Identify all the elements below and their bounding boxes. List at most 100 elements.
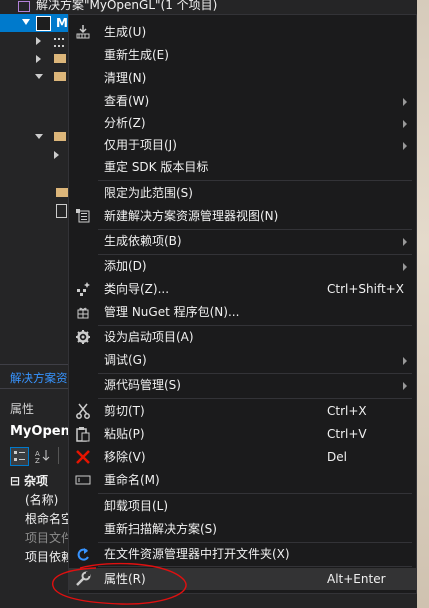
- property-row[interactable]: 项目文件: [0, 529, 70, 547]
- menu-item-label: 添加(D): [104, 259, 147, 273]
- submenu-arrow-icon: [403, 120, 407, 128]
- toolbar-separator: [58, 447, 59, 464]
- resource-filter-node[interactable]: [0, 184, 68, 202]
- menu-item-add[interactable]: 添加(D): [69, 255, 416, 277]
- menu-item-rename[interactable]: 重命名(M): [69, 469, 416, 491]
- submenu-arrow-icon: [403, 382, 407, 390]
- menu-item-paste[interactable]: 粘贴(P) Ctrl+V: [69, 423, 416, 445]
- solution-node[interactable]: 解决方案"MyOpenGL"(1 个项目): [0, 0, 417, 14]
- project-node[interactable]: M: [0, 14, 68, 32]
- menu-item-build-dependencies[interactable]: 生成依赖项(B): [69, 230, 416, 252]
- property-row[interactable]: 项目依赖: [0, 548, 70, 566]
- menu-item-manage-nuget[interactable]: 管理 NuGet 程序包(N)...: [69, 301, 416, 323]
- menu-item-label: 剪切(T): [104, 404, 145, 418]
- menu-item-label: 分析(Z): [104, 116, 146, 130]
- menu-item-debug[interactable]: 调试(G): [69, 349, 416, 371]
- categorized-icon[interactable]: [10, 447, 29, 466]
- alphabetical-icon[interactable]: AZ: [34, 447, 51, 465]
- collapse-triangle-icon: [35, 134, 43, 139]
- collapse-box-icon: ⊟: [10, 474, 21, 488]
- solution-icon: [18, 1, 30, 12]
- menu-item-label: 属性(R): [104, 572, 146, 586]
- menu-separator: [98, 398, 412, 399]
- menu-item-rebuild[interactable]: 重新生成(E): [69, 44, 416, 66]
- readme-node[interactable]: [0, 202, 68, 220]
- panel-divider: [0, 364, 70, 365]
- panel-divider: [0, 388, 70, 389]
- collapse-triangle-icon: [35, 74, 43, 79]
- desktop-background: [417, 0, 429, 608]
- menu-item-shortcut: Del: [327, 450, 347, 464]
- filter-folder-icon: [54, 72, 66, 81]
- property-row[interactable]: 根命名空间: [0, 510, 70, 528]
- menu-item-new-explorer-view[interactable]: 新建解决方案资源管理器视图(N): [69, 205, 416, 227]
- menu-item-shortcut: Alt+Enter: [327, 572, 386, 586]
- header-filter-node[interactable]: [0, 128, 68, 146]
- expand-triangle-icon: [54, 151, 59, 159]
- menu-item-remove[interactable]: 移除(V) Del: [69, 446, 416, 468]
- menu-item-label: 仅用于项目(J): [104, 138, 177, 152]
- source-filter-node[interactable]: [0, 68, 68, 86]
- property-name: (名称): [25, 493, 59, 507]
- open-folder-icon: [75, 546, 91, 562]
- collapse-triangle-icon: [22, 19, 30, 25]
- cpp-project-icon: [36, 16, 51, 31]
- property-name: 项目文件: [25, 531, 70, 545]
- menu-item-open-in-explorer[interactable]: 在文件资源管理器中打开文件夹(X): [69, 543, 416, 565]
- menu-item-analyze[interactable]: 分析(Z): [69, 112, 416, 134]
- rename-icon: [75, 472, 91, 488]
- category-row[interactable]: ⊟ 杂项: [0, 472, 70, 490]
- menu-item-project-only[interactable]: 仅用于项目(J): [69, 134, 416, 156]
- solution-label: 解决方案"MyOpenGL"(1 个项目): [36, 0, 218, 12]
- menu-item-label: 移除(V): [104, 450, 146, 464]
- wrench-icon: [75, 571, 91, 587]
- menu-item-label: 管理 NuGet 程序包(N)...: [104, 305, 240, 319]
- menu-item-rescan-solution[interactable]: 重新扫描解决方案(S): [69, 518, 416, 540]
- paste-icon: [75, 426, 91, 442]
- external-deps-node[interactable]: [0, 50, 68, 68]
- properties-title: 属性: [10, 402, 35, 416]
- menu-item-label: 重命名(M): [104, 473, 160, 487]
- menu-item-shortcut: Ctrl+Shift+X: [327, 282, 404, 296]
- menu-item-retarget-sdk[interactable]: 重定 SDK 版本目标: [69, 156, 416, 178]
- submenu-arrow-icon: [403, 357, 407, 365]
- folder-icon: [54, 54, 66, 63]
- submenu-arrow-icon: [403, 98, 407, 106]
- file-node[interactable]: [0, 146, 68, 164]
- menu-item-scope-to-this[interactable]: 限定为此范围(S): [69, 182, 416, 204]
- menu-item-label: 调试(G): [104, 353, 147, 367]
- context-menu: 生成(U) 重新生成(E) 清理(N) 查看(W) 分析(Z) 仅用于项目(J)…: [68, 14, 417, 594]
- menu-item-clean[interactable]: 清理(N): [69, 67, 416, 89]
- submenu-arrow-icon: [403, 142, 407, 150]
- menu-item-build[interactable]: 生成(U): [69, 21, 416, 43]
- menu-item-view[interactable]: 查看(W): [69, 90, 416, 112]
- submenu-arrow-icon: [403, 238, 407, 246]
- submenu-arrow-icon: [403, 263, 407, 271]
- references-node[interactable]: [0, 32, 68, 50]
- text-file-icon: [56, 204, 67, 218]
- new-view-icon: [75, 208, 91, 224]
- menu-separator: [98, 180, 412, 181]
- build-icon: [75, 24, 91, 40]
- menu-item-properties[interactable]: 属性(R) Alt+Enter: [69, 568, 416, 590]
- expand-triangle-icon: [36, 55, 41, 63]
- menu-item-class-wizard[interactable]: 类向导(Z)... Ctrl+Shift+X: [69, 278, 416, 300]
- remove-icon: [75, 449, 91, 465]
- property-row[interactable]: (名称): [0, 491, 70, 509]
- menu-separator: [98, 566, 412, 567]
- svg-text:Z: Z: [35, 457, 40, 464]
- gear-icon: [75, 329, 91, 345]
- menu-item-cut[interactable]: 剪切(T) Ctrl+X: [69, 400, 416, 422]
- menu-item-unload-project[interactable]: 卸载项目(L): [69, 495, 416, 517]
- nuget-icon: [75, 304, 91, 320]
- menu-item-source-control[interactable]: 源代码管理(S): [69, 374, 416, 396]
- menu-item-label: 限定为此范围(S): [104, 186, 193, 200]
- explorer-tab[interactable]: 解决方案资: [10, 370, 68, 386]
- menu-item-set-startup[interactable]: 设为启动项目(A): [69, 326, 416, 348]
- category-label: 杂项: [24, 474, 49, 488]
- menu-item-label: 清理(N): [104, 71, 147, 85]
- filter-folder-icon: [54, 132, 66, 141]
- references-icon: [54, 38, 64, 47]
- filter-folder-icon: [56, 188, 68, 197]
- property-name: 项目依赖: [25, 550, 70, 564]
